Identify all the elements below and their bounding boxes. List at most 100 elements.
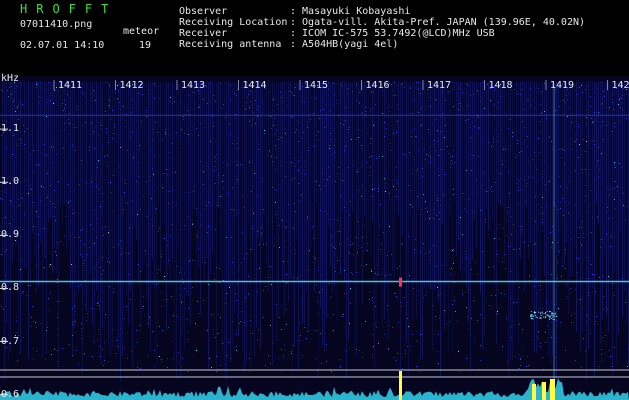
noise-speck xyxy=(175,172,176,173)
noise-speck xyxy=(249,162,250,163)
noise-speck xyxy=(579,227,580,228)
noise-speck xyxy=(294,95,295,96)
noise-speck xyxy=(220,83,221,84)
noise-streak xyxy=(374,82,375,367)
noise-speck xyxy=(362,357,363,358)
noise-speck xyxy=(164,276,165,277)
noise-streak xyxy=(404,82,405,243)
noise-speck xyxy=(352,274,353,275)
noise-streak xyxy=(160,82,161,273)
noise-speck xyxy=(585,185,586,186)
noise-speck xyxy=(559,106,560,107)
noise-speck xyxy=(478,156,479,157)
noise-speck xyxy=(623,193,624,194)
noise-speck xyxy=(74,127,75,128)
meteor-echo-cluster xyxy=(533,312,535,314)
noise-speck xyxy=(379,225,380,226)
noise-speck xyxy=(621,98,622,99)
noise-speck xyxy=(504,294,505,295)
noise-speck xyxy=(527,356,528,357)
noise-speck xyxy=(78,364,79,365)
noise-speck xyxy=(38,165,39,166)
noise-speck xyxy=(496,313,497,314)
noise-streak xyxy=(504,82,505,263)
noise-speck xyxy=(414,100,415,101)
noise-speck xyxy=(466,211,467,212)
noise-speck xyxy=(283,261,284,262)
noise-speck xyxy=(216,154,217,155)
noise-speck xyxy=(601,354,602,355)
noise-streak xyxy=(70,82,71,289)
noise-streak xyxy=(136,82,137,241)
noise-streak xyxy=(580,82,581,352)
noise-speck xyxy=(612,131,613,132)
noise-speck xyxy=(592,122,593,123)
noise-speck xyxy=(332,154,333,155)
noise-speck xyxy=(13,135,14,136)
noise-speck xyxy=(622,95,623,96)
noise-speck xyxy=(598,176,599,177)
noise-speck xyxy=(155,209,156,210)
noise-speck xyxy=(22,198,23,199)
noise-speck xyxy=(131,351,132,352)
noise-speck xyxy=(295,132,296,133)
noise-speck xyxy=(612,102,613,103)
noise-speck xyxy=(100,346,101,347)
noise-speck xyxy=(525,186,526,187)
noise-speck xyxy=(417,169,418,170)
noise-speck xyxy=(17,332,18,333)
noise-speck xyxy=(537,337,538,338)
noise-speck xyxy=(452,250,453,251)
noise-speck xyxy=(109,86,110,87)
noise-speck xyxy=(552,148,553,149)
noise-speck xyxy=(233,209,234,210)
noise-speck xyxy=(599,366,600,367)
noise-speck xyxy=(198,135,199,136)
noise-speck xyxy=(300,340,301,341)
noise-speck xyxy=(603,139,604,140)
noise-streak xyxy=(346,82,347,379)
noise-speck xyxy=(239,323,240,324)
noise-speck xyxy=(108,105,109,106)
noise-speck xyxy=(349,215,350,216)
noise-speck xyxy=(500,201,501,202)
noise-speck xyxy=(286,274,287,275)
noise-speck xyxy=(187,110,188,111)
noise-speck xyxy=(161,306,162,307)
noise-speck xyxy=(196,350,197,351)
noise-speck xyxy=(477,188,478,189)
noise-speck xyxy=(538,331,539,332)
noise-streak xyxy=(436,82,437,280)
noise-speck xyxy=(107,166,108,167)
noise-streak xyxy=(274,82,275,210)
noise-streak xyxy=(594,82,595,376)
noise-streak xyxy=(194,82,195,208)
noise-streak xyxy=(208,82,209,370)
noise-speck xyxy=(250,101,251,102)
noise-speck xyxy=(625,219,626,220)
noise-speck xyxy=(30,285,31,286)
noise-speck xyxy=(482,251,483,252)
noise-speck xyxy=(40,323,41,324)
noise-speck xyxy=(511,326,512,327)
noise-speck xyxy=(149,180,150,181)
noise-speck xyxy=(104,156,105,157)
noise-speck xyxy=(359,102,360,103)
noise-streak xyxy=(26,82,27,269)
noise-streak xyxy=(102,82,103,327)
noise-speck xyxy=(439,318,440,319)
noise-speck xyxy=(160,292,161,293)
noise-speck xyxy=(48,298,49,299)
noise-speck xyxy=(627,366,628,367)
noise-speck xyxy=(593,140,594,141)
noise-speck xyxy=(276,157,277,158)
noise-speck xyxy=(520,359,521,360)
noise-speck xyxy=(534,244,535,245)
noise-speck xyxy=(518,180,519,181)
noise-speck xyxy=(565,249,566,250)
noise-streak xyxy=(318,82,319,379)
noise-speck xyxy=(245,109,246,110)
noise-speck xyxy=(372,189,373,190)
noise-speck xyxy=(309,250,310,251)
noise-speck xyxy=(439,212,440,213)
